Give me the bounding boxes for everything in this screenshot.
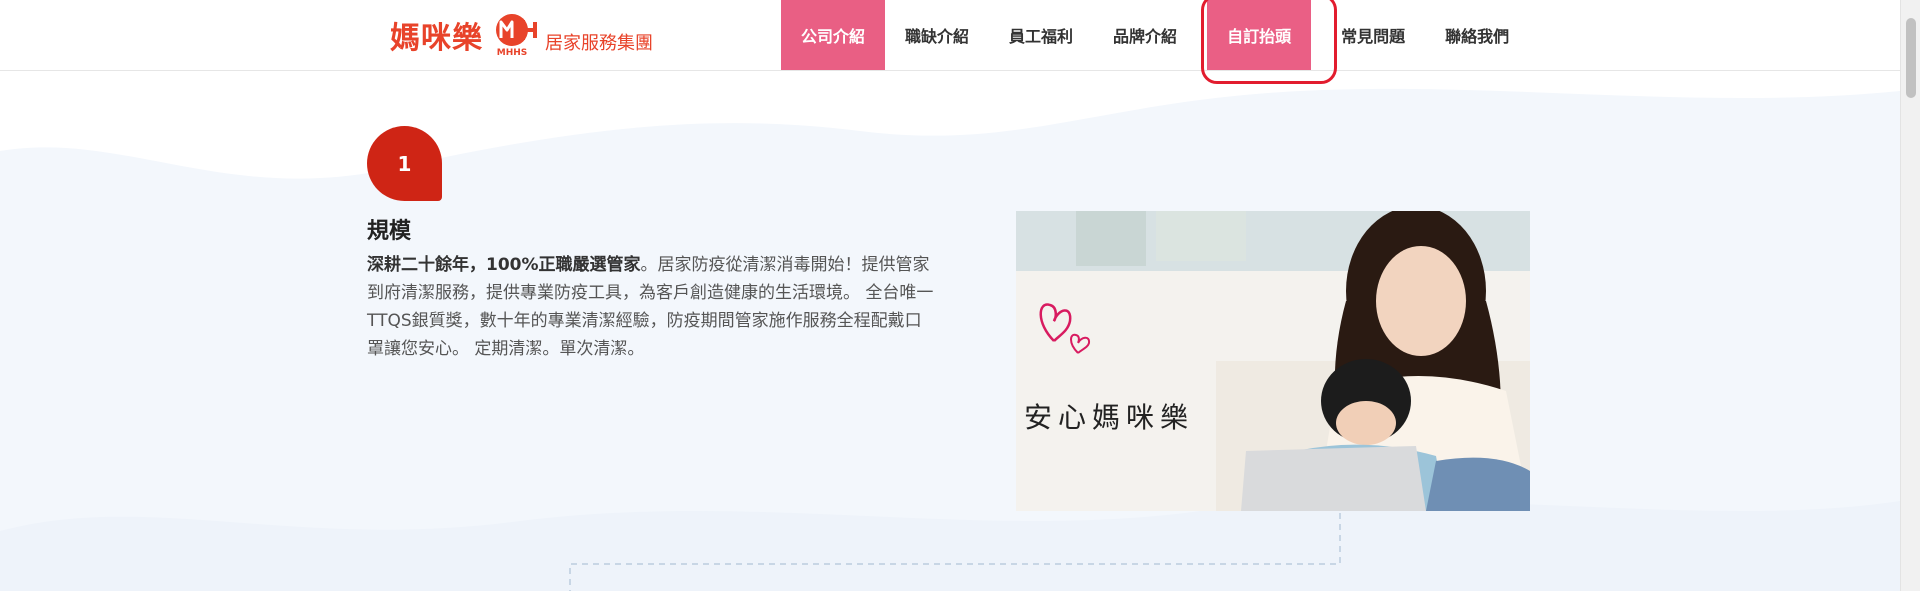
logo-badge-icon: MHHS xyxy=(489,12,539,58)
brand-logo[interactable]: 媽咪樂 MHHS 居家服務集團 xyxy=(390,10,653,60)
site-header: 媽咪樂 MHHS 居家服務集團 公司介紹 職缺介紹 員工福利 品牌介紹 自訂抬頭… xyxy=(0,0,1900,71)
logo-subtitle: 居家服務集團 xyxy=(545,33,653,54)
main-content: 1 規模 深耕二十餘年，100%正職嚴選管家。居家防疫從清潔消毒開始！提供管家到… xyxy=(0,71,1900,591)
section-title: 規模 xyxy=(367,219,412,244)
heart-doodle-icon xyxy=(1039,303,1091,354)
nav-item-brand[interactable]: 品牌介紹 xyxy=(1093,0,1197,70)
nav-item-faq[interactable]: 常見問題 xyxy=(1321,0,1425,70)
photo-illustration xyxy=(1016,211,1530,511)
background-waves xyxy=(0,88,1900,591)
nav-item-company[interactable]: 公司介紹 xyxy=(781,0,886,70)
nav-item-contact[interactable]: 聯絡我們 xyxy=(1425,0,1529,70)
section-description-highlight: 深耕二十餘年，100%正職嚴選管家 xyxy=(367,255,641,275)
scrollbar-thumb[interactable] xyxy=(1906,18,1916,98)
step-number-badge: 1 xyxy=(367,126,442,201)
mother-child-photo: 安心媽咪樂 xyxy=(1016,211,1530,511)
page-scrollbar[interactable] xyxy=(1900,0,1920,591)
photo-caption: 安心媽咪樂 xyxy=(1024,401,1195,434)
main-nav: 公司介紹 職缺介紹 員工福利 品牌介紹 自訂抬頭 常見問題 聯絡我們 xyxy=(781,0,1529,70)
nav-item-benefits[interactable]: 員工福利 xyxy=(989,0,1093,70)
logo-badge-text: MHHS xyxy=(496,48,528,58)
nav-item-jobs[interactable]: 職缺介紹 xyxy=(885,0,989,70)
nav-item-custom-header[interactable]: 自訂抬頭 xyxy=(1207,0,1312,70)
section-description: 深耕二十餘年，100%正職嚴選管家。居家防疫從清潔消毒開始！提供管家到府清潔服務… xyxy=(367,251,937,363)
logo-name: 媽咪樂 xyxy=(390,21,483,56)
